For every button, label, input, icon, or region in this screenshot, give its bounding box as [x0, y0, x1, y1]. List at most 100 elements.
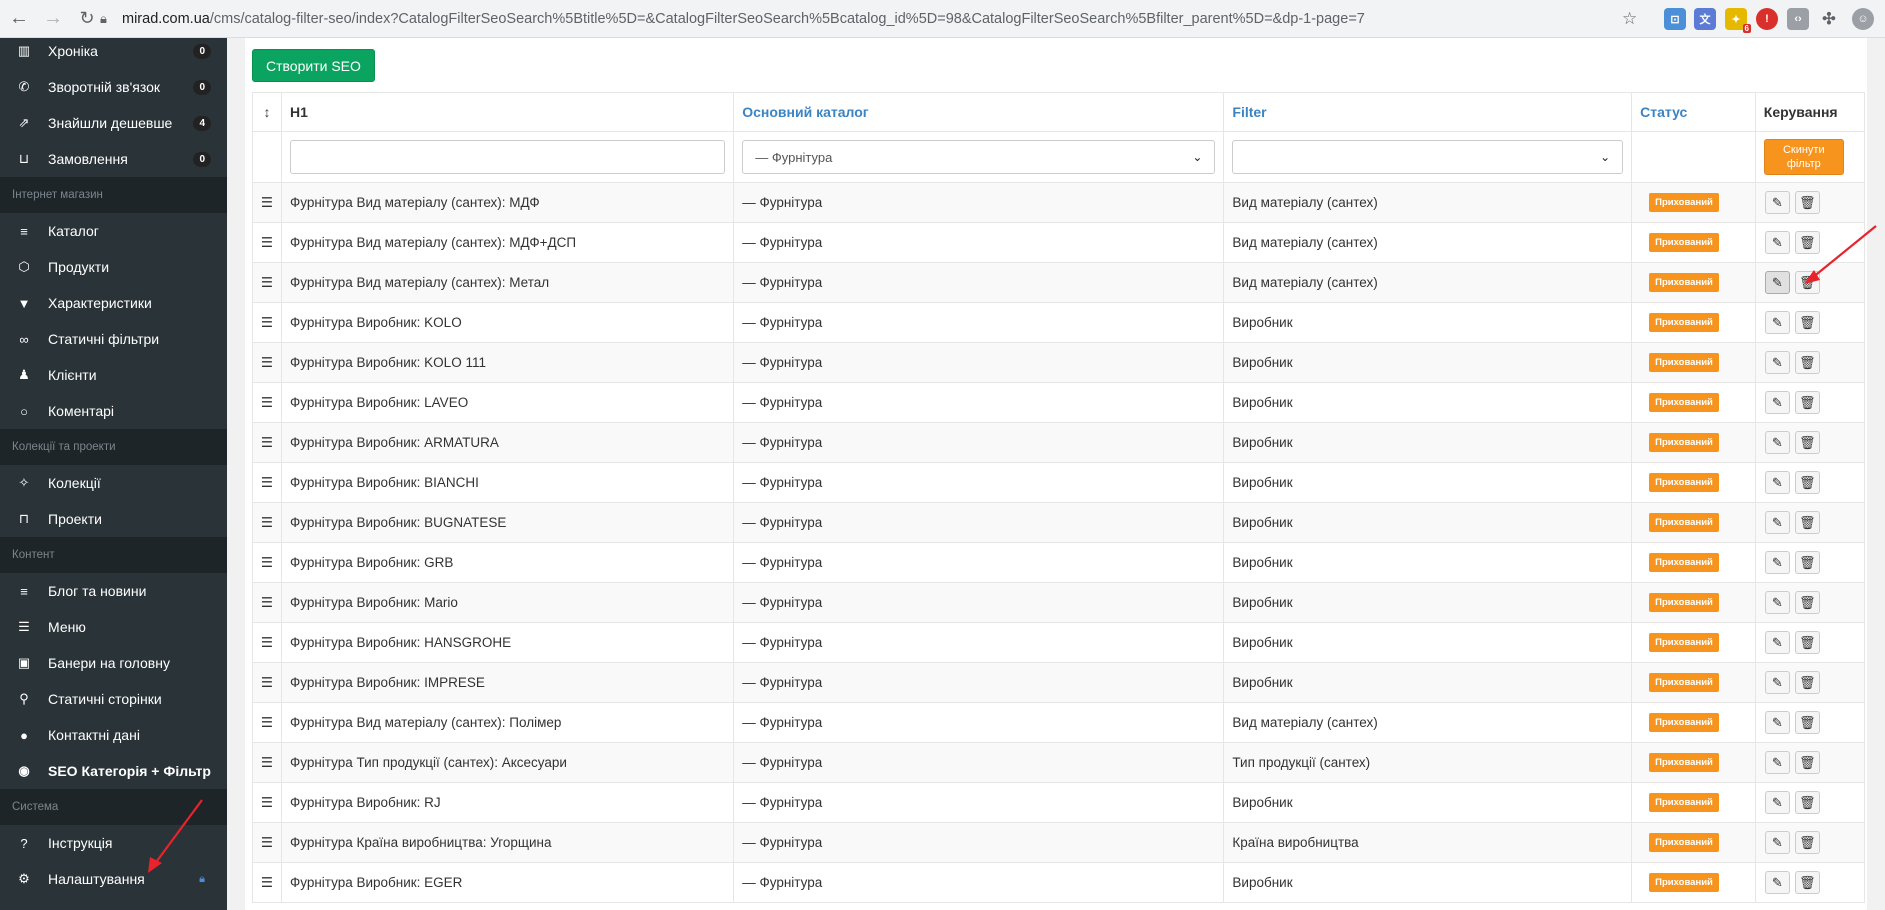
delete-button[interactable]: 🗑︎ [1794, 191, 1820, 214]
edit-button[interactable]: ✎ [1764, 591, 1790, 614]
filter-parent-select[interactable]: ⌄ [1232, 140, 1624, 174]
translate-extension-icon[interactable]: 文 [1694, 8, 1716, 30]
edit-button[interactable]: ✎ [1764, 631, 1790, 654]
delete-button[interactable]: 🗑︎ [1794, 791, 1820, 814]
drag-handle-icon[interactable]: ☰ [252, 862, 282, 903]
column-catalog[interactable]: Основний каталог [733, 92, 1225, 132]
edit-button[interactable]: ✎ [1764, 191, 1790, 214]
sidebar-item[interactable]: ▥ Хроніка 0 [0, 38, 227, 69]
forward-icon[interactable]: → [38, 4, 68, 34]
sidebar-item[interactable]: ≡ Каталог [0, 213, 227, 249]
drag-handle-icon[interactable]: ☰ [252, 822, 282, 863]
sidebar-item[interactable]: ☰ Меню [0, 609, 227, 645]
drag-handle-icon[interactable]: ☰ [252, 742, 282, 783]
drag-handle-icon[interactable]: ☰ [252, 302, 282, 343]
drag-handle-icon[interactable]: ☰ [252, 502, 282, 543]
sidebar-item[interactable]: ⊔ Замовлення 0 [0, 141, 227, 177]
sidebar-item[interactable]: ∞ Статичні фільтри [0, 321, 227, 357]
delete-button[interactable]: 🗑︎ [1794, 551, 1820, 574]
sidebar-item[interactable]: ● Контактні дані [0, 717, 227, 753]
sidebar-item[interactable]: ⚲ Статичні сторінки [0, 681, 227, 717]
drag-handle-icon[interactable]: ☰ [252, 222, 282, 263]
sidebar-item[interactable]: ○ Коментарі [0, 393, 227, 429]
column-status[interactable]: Статус [1631, 92, 1756, 132]
reload-icon[interactable]: ↻ [72, 4, 102, 34]
drag-handle-icon[interactable]: ☰ [252, 422, 282, 463]
delete-button[interactable]: 🗑︎ [1794, 831, 1820, 854]
drag-handle-icon[interactable]: ☰ [252, 782, 282, 823]
edit-button[interactable]: ✎ [1764, 831, 1790, 854]
edit-button[interactable]: ✎ [1764, 711, 1790, 734]
sidebar-item[interactable]: ? Інструкція [0, 825, 227, 861]
delete-button[interactable]: 🗑︎ [1794, 351, 1820, 374]
profile-avatar[interactable]: ☺ [1852, 8, 1874, 30]
status-badge: Прихований [1649, 193, 1719, 212]
delete-button[interactable]: 🗑︎ [1794, 511, 1820, 534]
drag-handle-icon[interactable]: ☰ [252, 182, 282, 223]
drag-handle-icon[interactable]: ☰ [252, 702, 282, 743]
edit-button[interactable]: ✎ [1764, 511, 1790, 534]
row-status-cell: Прихований [1631, 862, 1756, 903]
edit-button[interactable]: ✎ [1764, 391, 1790, 414]
delete-button[interactable]: 🗑︎ [1794, 391, 1820, 414]
delete-button[interactable]: 🗑︎ [1794, 231, 1820, 254]
sidebar-item[interactable]: ≡ Блог та новини [0, 573, 227, 609]
edit-button[interactable]: ✎ [1764, 311, 1790, 334]
edit-button[interactable]: ✎ [1764, 871, 1790, 894]
sidebar-item[interactable]: ◉ SEO Категорія + Фільтр [0, 753, 227, 789]
delete-button[interactable]: 🗑︎ [1794, 751, 1820, 774]
back-icon[interactable]: ← [4, 4, 34, 34]
sidebar-item[interactable]: ▣ Банери на головну [0, 645, 227, 681]
drag-handle-icon[interactable]: ☰ [252, 582, 282, 623]
sidebar-item[interactable]: ⬡ Продукти [0, 249, 227, 285]
extension-icon[interactable]: ⊡ [1664, 8, 1686, 30]
sidebar-item[interactable]: ⇗ Знайшли дешевше 4 [0, 105, 227, 141]
sidebar-item[interactable]: ♟ Клієнти [0, 357, 227, 393]
delete-button[interactable]: 🗑︎ [1794, 271, 1820, 294]
table-row: ☰ Фурнітура Виробник: EGER — Фурнітура Виро… [252, 862, 1866, 903]
puzzle-icon[interactable]: ✣ [1818, 8, 1840, 30]
catalog-filter-select[interactable]: — Фурнітура ⌄ [742, 140, 1216, 174]
status-badge: Прихований [1649, 873, 1719, 892]
sidebar-item[interactable]: ▼ Характеристики [0, 285, 227, 321]
adblock-extension-icon[interactable]: ! [1756, 8, 1778, 30]
edit-button[interactable]: ✎ [1764, 791, 1790, 814]
drag-handle-icon[interactable]: ☰ [252, 342, 282, 383]
sidebar-item[interactable]: ✧ Колекції [0, 465, 227, 501]
sort-handle-icon[interactable]: ↕ [252, 92, 282, 132]
bookmark-star-icon[interactable]: ☆ [1622, 9, 1637, 29]
edit-button[interactable]: ✎ [1764, 471, 1790, 494]
reset-filter-button[interactable]: Скинути фільтр [1763, 139, 1844, 175]
trash-icon: 🗑︎ [1799, 354, 1816, 370]
column-filter[interactable]: Filter [1223, 92, 1633, 132]
drag-handle-icon[interactable]: ☰ [252, 262, 282, 303]
edit-button[interactable]: ✎ [1764, 231, 1790, 254]
sidebar-item[interactable]: ⚙ Налаштування 🔒︎ [0, 861, 227, 897]
sidebar-item[interactable]: ✆ Зворотній зв'язок 0 [0, 69, 227, 105]
edit-button[interactable]: ✎ [1764, 551, 1790, 574]
drag-handle-icon[interactable]: ☰ [252, 382, 282, 423]
drag-handle-icon[interactable]: ☰ [252, 622, 282, 663]
delete-button[interactable]: 🗑︎ [1794, 871, 1820, 894]
title-filter-input[interactable] [289, 140, 726, 174]
sidebar-item[interactable]: ⊓ Проекти [0, 501, 227, 537]
delete-button[interactable]: 🗑︎ [1794, 591, 1820, 614]
devtools-extension-icon[interactable]: ‹› [1787, 8, 1809, 30]
edit-button[interactable]: ✎ [1764, 751, 1790, 774]
address-bar[interactable]: 🔒︎ mirad.com.ua/cms/catalog-filter-seo/i… [100, 5, 1680, 33]
edit-button[interactable]: ✎ [1764, 271, 1790, 294]
drag-handle-icon[interactable]: ☰ [252, 662, 282, 703]
drag-handle-icon[interactable]: ☰ [252, 462, 282, 503]
edit-button[interactable]: ✎ [1764, 351, 1790, 374]
delete-button[interactable]: 🗑︎ [1794, 631, 1820, 654]
edit-button[interactable]: ✎ [1764, 671, 1790, 694]
edit-button[interactable]: ✎ [1764, 431, 1790, 454]
delete-button[interactable]: 🗑︎ [1794, 311, 1820, 334]
delete-button[interactable]: 🗑︎ [1794, 471, 1820, 494]
delete-button[interactable]: 🗑︎ [1794, 671, 1820, 694]
create-seo-button[interactable]: Створити SEO [252, 49, 375, 82]
drag-handle-icon[interactable]: ☰ [252, 542, 282, 583]
delete-button[interactable]: 🗑︎ [1794, 711, 1820, 734]
delete-button[interactable]: 🗑︎ [1794, 431, 1820, 454]
bulb-extension-icon[interactable]: ✦ 6 [1725, 8, 1751, 33]
